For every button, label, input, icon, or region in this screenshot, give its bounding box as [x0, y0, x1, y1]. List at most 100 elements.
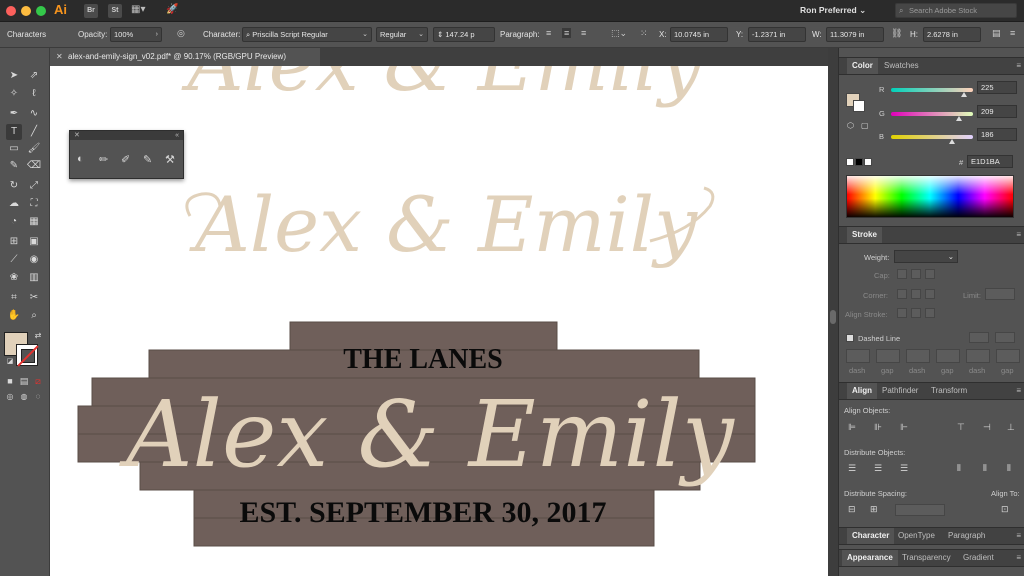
recolor-artwork-icon[interactable]: ◎ [177, 28, 185, 39]
stroke-color-swatch[interactable] [16, 344, 38, 366]
magic-wand-tool-icon[interactable]: ✧ [6, 86, 22, 102]
scrollbar-thumb[interactable] [830, 310, 836, 324]
tab-opentype[interactable]: OpenType [893, 528, 940, 544]
paintbrush-tool-icon[interactable]: 🖌 [26, 141, 42, 157]
draw-inside-icon[interactable]: ◌ [30, 389, 46, 405]
blend-tool-icon[interactable]: ◉ [26, 252, 42, 268]
none-mode-icon[interactable]: ⧄ [30, 373, 46, 389]
eyedropper-tool-icon[interactable]: ⟋ [6, 252, 22, 268]
column-graph-tool-icon[interactable]: ▥ [26, 270, 42, 286]
bridge-button[interactable]: Br [84, 4, 98, 18]
slice-tool-icon[interactable]: ✂ [26, 290, 42, 306]
type-tool-icon[interactable]: T [6, 124, 22, 140]
symbol-sprayer-tool-icon[interactable]: ❀ [6, 270, 22, 286]
horizontal-align-center-icon[interactable]: ⊪ [874, 422, 882, 433]
panel-menu-icon[interactable]: ≡ [1016, 386, 1021, 395]
tab-transparency[interactable]: Transparency [897, 550, 956, 566]
align-to-selection-icon[interactable]: ⊡ [1001, 504, 1009, 515]
b-slider-knob[interactable] [949, 139, 955, 144]
web-safe-icon[interactable]: ▢ [861, 121, 869, 130]
butt-cap-button[interactable] [897, 269, 907, 279]
gap-field-1[interactable] [876, 349, 900, 363]
dash-field-3[interactable] [966, 349, 990, 363]
panel-menu-icon[interactable]: ≡ [1016, 61, 1021, 70]
panel-menu-icon[interactable]: ≡ [1016, 553, 1021, 562]
tab-stroke[interactable]: Stroke [847, 227, 882, 243]
close-icon[interactable]: ✕ [74, 132, 80, 139]
control-menu-icon[interactable]: ≡ [1010, 28, 1015, 38]
script-text-top[interactable]: Alex & Emily [181, 66, 703, 109]
smooth-tool-icon[interactable]: ✐ [121, 153, 130, 166]
tab-transform[interactable]: Transform [926, 383, 972, 399]
color-spectrum[interactable] [846, 175, 1014, 218]
curvature-tool-icon[interactable]: ∿ [26, 106, 42, 122]
sign-header-text[interactable]: THE LANES [343, 344, 503, 375]
opacity-field[interactable]: 100% › [110, 27, 162, 42]
distribute-vertical-space-icon[interactable]: ⊟ [848, 504, 856, 515]
weight-field[interactable]: ⌄ [894, 250, 958, 263]
panel-menu-icon[interactable]: ≡ [1016, 230, 1021, 239]
g-slider-knob[interactable] [956, 116, 962, 121]
bevel-join-button[interactable] [925, 289, 935, 299]
script-text-middle[interactable]: Alex & Emily [189, 180, 698, 269]
gradient-tool-icon[interactable]: ▣ [26, 234, 42, 250]
round-cap-button[interactable] [911, 269, 921, 279]
none-swatch[interactable] [846, 158, 854, 166]
shaper-tool-icon[interactable]: ✎ [6, 158, 22, 174]
tab-gradient[interactable]: Gradient [958, 550, 999, 566]
lasso-tool-icon[interactable]: ℓ [26, 86, 42, 102]
sign-script-text[interactable]: Alex & Emily [118, 381, 735, 488]
distribute-left-icon[interactable]: ⫴ [957, 463, 961, 474]
hand-tool-icon[interactable]: ✋ [6, 308, 22, 324]
default-colors-icon[interactable]: ◪ [2, 354, 18, 370]
panel-stroke-swatch[interactable] [853, 100, 865, 112]
panel-menu-icon[interactable]: ≡ [1016, 531, 1021, 540]
link-icon[interactable]: ⛓ [891, 28, 902, 39]
dash-field-2[interactable] [906, 349, 930, 363]
mesh-tool-icon[interactable]: ⊞ [6, 234, 22, 250]
g-field[interactable]: 209 [977, 105, 1017, 118]
vertical-align-bottom-icon[interactable]: ⊥ [1007, 422, 1015, 433]
horizontal-align-right-icon[interactable]: ⊩ [900, 422, 908, 433]
limit-field[interactable] [985, 288, 1015, 300]
preserve-dash-button[interactable] [969, 332, 989, 343]
align-stroke-center-button[interactable] [897, 308, 907, 318]
height-field[interactable]: 2.6278 in [923, 27, 981, 42]
sign-footer-text[interactable]: EST. SEPTEMBER 30, 2017 [239, 496, 606, 529]
projecting-cap-button[interactable] [925, 269, 935, 279]
white-swatch[interactable] [864, 158, 872, 166]
pen-tool-icon[interactable]: ✒ [6, 106, 22, 122]
distribute-center-icon[interactable]: ☰ [874, 463, 882, 474]
panel-header[interactable]: ✕ « [70, 131, 183, 140]
close-window-button[interactable] [6, 6, 16, 16]
line-tool-icon[interactable]: ╱ [26, 124, 42, 140]
tab-align[interactable]: Align [847, 383, 877, 399]
align-dash-button[interactable] [995, 332, 1015, 343]
round-join-button[interactable] [911, 289, 921, 299]
arrange-documents-icon[interactable]: ▦▾ [131, 4, 145, 15]
width-field[interactable]: 11.3079 in [826, 27, 884, 42]
stock-button[interactable]: St [108, 4, 122, 18]
distribute-top-icon[interactable]: ☰ [848, 463, 856, 474]
b-field[interactable]: 186 [977, 128, 1017, 141]
rotate-tool-icon[interactable]: ↻ [6, 178, 22, 194]
tab-paragraph[interactable]: Paragraph [943, 528, 990, 544]
r-field[interactable]: 225 [977, 81, 1017, 94]
vertical-align-top-icon[interactable]: ⊤ [957, 422, 965, 433]
transform-box-icon[interactable]: ⬚⌄ [611, 28, 627, 39]
align-left-icon[interactable]: ≡ [546, 28, 551, 38]
spacing-field[interactable] [895, 504, 945, 516]
selection-tool-icon[interactable]: ➤ [6, 68, 22, 84]
y-field[interactable]: -1.2371 in [748, 27, 806, 42]
font-family-select[interactable]: ⌕ Priscilla Script Regular ⌄ [242, 27, 372, 42]
miter-join-button[interactable] [897, 289, 907, 299]
tab-appearance[interactable]: Appearance [842, 550, 898, 566]
tab-color[interactable]: Color [847, 58, 878, 74]
direct-selection-tool-icon[interactable]: ⇗ [26, 68, 42, 84]
free-transform-tool-icon[interactable]: ⛶ [26, 196, 42, 212]
gpu-performance-icon[interactable]: 🚀 [166, 4, 178, 15]
x-field[interactable]: 10.0745 in [670, 27, 728, 42]
minimize-window-button[interactable] [21, 6, 31, 16]
align-stroke-outside-button[interactable] [925, 308, 935, 318]
b-slider[interactable] [891, 135, 973, 139]
